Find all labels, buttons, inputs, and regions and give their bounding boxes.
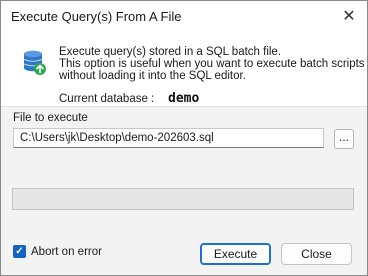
title-bar: Execute Query(s) From A File ✕ [1,1,367,31]
file-to-execute-label: File to execute [13,112,88,124]
browse-button[interactable]: ... [334,129,354,149]
current-database-label: Current database : [59,93,155,105]
description: Execute query(s) stored in a SQL batch f… [59,46,365,82]
current-database-value: demo [168,91,200,106]
database-import-icon [23,50,46,75]
description-line-2: This option is useful when you want to e… [59,58,365,70]
description-line-1: Execute query(s) stored in a SQL batch f… [59,46,282,58]
info-panel: Execute query(s) stored in a SQL batch f… [1,31,367,107]
execute-query-dialog: Execute Query(s) From A File ✕ Execute q… [0,0,368,276]
execute-button[interactable]: Execute [200,243,271,265]
description-line-3: without loading it into the SQL editor. [59,70,246,82]
close-icon[interactable]: ✕ [337,4,361,28]
close-button[interactable]: Close [281,243,352,265]
abort-on-error-label[interactable]: Abort on error [31,246,102,258]
abort-on-error-checkbox[interactable]: ✓ [13,245,26,258]
file-path-input[interactable] [13,128,324,148]
abort-on-error-option[interactable]: ✓ Abort on error [13,245,102,258]
window-title: Execute Query(s) From A File [11,9,182,24]
progress-bar [12,188,354,210]
